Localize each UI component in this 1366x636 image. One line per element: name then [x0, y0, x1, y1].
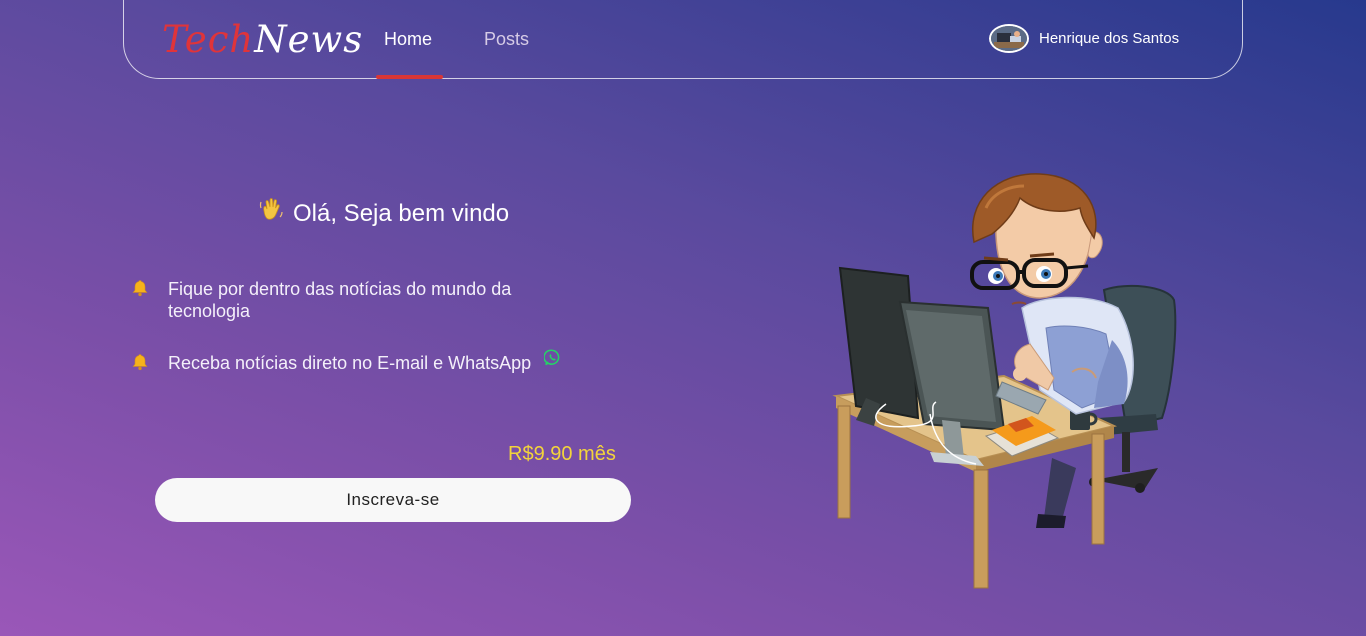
- whatsapp-icon: [544, 349, 560, 366]
- logo-part-news: News: [254, 18, 364, 61]
- bell-icon: [132, 280, 148, 297]
- avatar-image-icon: [991, 26, 1027, 51]
- feature-text-delivery: Receba notícias direto no E-mail e Whats…: [168, 353, 532, 373]
- logo-part-tech: Tech: [162, 18, 255, 61]
- feature-text-news: Fique por dentro das notícias do mundo d…: [168, 279, 512, 321]
- user-profile[interactable]: Henrique dos Santos: [989, 24, 1179, 53]
- active-nav-indicator: [376, 75, 443, 79]
- waving-hand-icon: [258, 196, 284, 231]
- welcome-heading: Olá, Seja bem vindo: [258, 196, 509, 231]
- bell-icon: [132, 354, 148, 371]
- top-header: TechNews Home Posts Henrique dos Santos: [123, 0, 1243, 79]
- developer-illustration: [832, 173, 1177, 589]
- subscribe-button[interactable]: Inscreva-se: [155, 478, 631, 522]
- subscription-price: R$9.90 mês: [508, 443, 616, 465]
- site-logo[interactable]: TechNews: [162, 18, 363, 62]
- feature-item-news: Fique por dentro das notícias do mundo d…: [131, 278, 588, 322]
- user-name: Henrique dos Santos: [1039, 30, 1180, 47]
- greeting-text: Olá, Seja bem vindo: [293, 199, 510, 227]
- feature-item-delivery: Receba notícias direto no E-mail e Whats…: [131, 349, 561, 374]
- avatar[interactable]: [989, 24, 1029, 53]
- nav-posts[interactable]: Posts: [484, 28, 529, 50]
- nav-home[interactable]: Home: [384, 28, 432, 50]
